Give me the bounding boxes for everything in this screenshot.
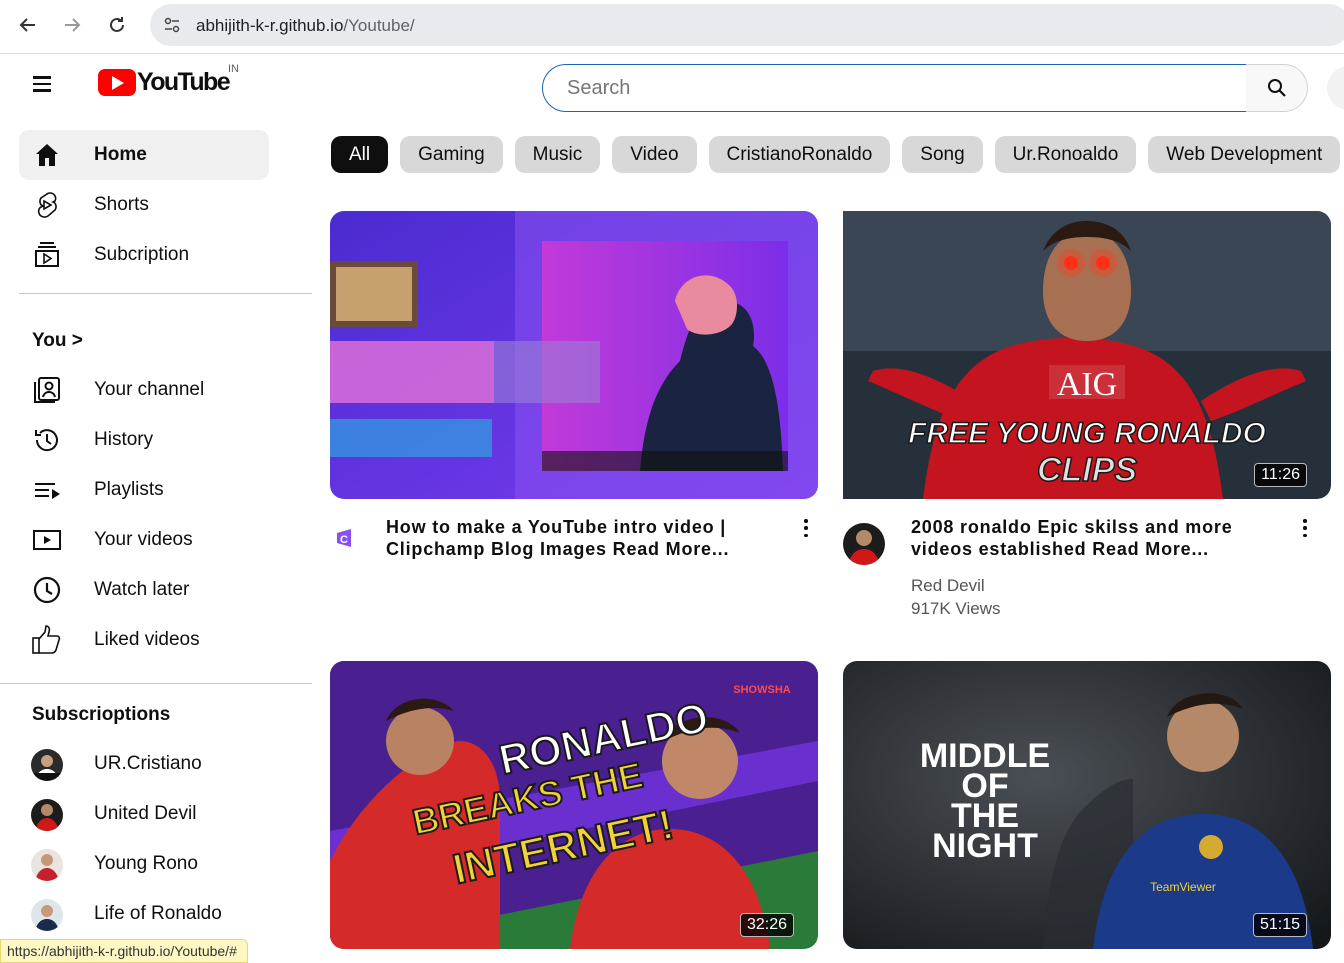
browser-toolbar: abhijith-k-r.github.io/Youtube/ xyxy=(0,0,1344,54)
history-icon xyxy=(31,424,63,456)
youtube-play-icon xyxy=(98,69,136,96)
logo-text: YouTube xyxy=(137,68,231,96)
avatar xyxy=(31,799,63,831)
sidebar-item-label: Shorts xyxy=(94,194,149,215)
site-settings-icon[interactable] xyxy=(162,15,182,35)
url-text: abhijith-k-r.github.io/Youtube/ xyxy=(196,16,415,36)
sidebar-sub-ur-cristiano[interactable]: UR.Cristiano xyxy=(19,739,269,789)
search-button[interactable] xyxy=(1246,64,1308,112)
video-duration: 51:15 xyxy=(1252,913,1307,937)
chip-gaming[interactable]: Gaming xyxy=(400,136,503,173)
chip-video[interactable]: Video xyxy=(612,136,697,173)
subscriptions-section-title: Subscrioptions xyxy=(32,704,171,725)
filter-chips: All Gaming Music Video CristianoRonaldo … xyxy=(331,136,1344,174)
menu-icon[interactable] xyxy=(33,76,51,92)
region-code: IN xyxy=(228,63,239,75)
sidebar-item-label: Your videos xyxy=(94,529,193,550)
svg-text:C: C xyxy=(340,534,348,546)
chip-cristianoronaldo[interactable]: CristianoRonaldo xyxy=(708,136,891,173)
link-status-bar: https://abhijith-k-r.github.io/Youtube/# xyxy=(0,939,248,963)
video-thumbnail-4[interactable]: MIDDLE OF THE NIGHT TeamViewer 51:15 xyxy=(843,661,1331,949)
home-icon xyxy=(31,139,63,171)
video-thumbnail-3[interactable]: RONALDO BREAKS THE INTERNET! SHOWSHA 32:… xyxy=(330,661,818,949)
thumbnail-overlay-text: NIGHT xyxy=(932,827,1038,865)
sidebar-sub-young-rono[interactable]: Young Rono xyxy=(19,839,269,889)
video-title[interactable]: 2008 ronaldo Epic skilss and more videos… xyxy=(911,516,1271,560)
sidebar-item-label: Liked videos xyxy=(94,629,200,650)
subscriptions-icon xyxy=(31,239,63,271)
sidebar-item-your-channel[interactable]: Your channel xyxy=(19,365,269,415)
sidebar-sub-united-devil[interactable]: United Devil xyxy=(19,789,269,839)
chip-all[interactable]: All xyxy=(331,136,389,173)
sidebar-item-shorts[interactable]: Shorts xyxy=(19,180,269,230)
chip-song[interactable]: Song xyxy=(902,136,983,173)
sidebar-item-label: History xyxy=(94,429,154,450)
chip-ur-ronoaldo[interactable]: Ur.Ronoaldo xyxy=(994,136,1137,173)
sidebar-item-history[interactable]: History xyxy=(19,415,269,465)
video-thumbnail-2[interactable]: AIG FREE YOUNG RONALDO CLIPS 11:26 xyxy=(843,211,1331,499)
search-input[interactable] xyxy=(542,64,1247,112)
shorts-icon xyxy=(31,189,63,221)
thumbnail-badge-text: SHOWSHA xyxy=(733,684,791,696)
thumbs-up-icon xyxy=(31,624,63,656)
jersey-sponsor-text: AIG xyxy=(1057,366,1117,403)
sidebar-item-label: Watch later xyxy=(94,579,190,600)
sidebar-item-playlists[interactable]: Playlists xyxy=(19,465,269,515)
your-videos-icon xyxy=(31,524,63,556)
avatar xyxy=(31,849,63,881)
video-duration: 32:26 xyxy=(739,913,794,937)
sidebar-item-label: UR.Cristiano xyxy=(94,753,202,774)
sidebar-sub-life-of-ronaldo[interactable]: Life of Ronaldo xyxy=(19,889,269,939)
forward-arrow-icon[interactable] xyxy=(57,10,87,40)
video-duration: 11:26 xyxy=(1254,463,1307,487)
thumbnail-overlay-text: CLIPS xyxy=(1037,451,1137,489)
sidebar-item-subscription[interactable]: Subcription xyxy=(19,230,269,280)
channel-name[interactable]: Red Devil xyxy=(911,576,985,596)
search-bar xyxy=(542,64,1308,112)
sidebar-divider xyxy=(19,293,312,294)
sidebar-item-your-videos[interactable]: Your videos xyxy=(19,515,269,565)
sidebar: Home Shorts Subcription You > Your chann… xyxy=(0,120,320,963)
search-icon xyxy=(1267,79,1286,97)
thumbnail-overlay-text: FREE YOUNG RONALDO xyxy=(908,417,1266,450)
url-host: abhijith-k-r.github.io xyxy=(196,16,344,35)
video-thumbnail-1[interactable] xyxy=(330,211,818,499)
more-options-icon[interactable] xyxy=(1302,519,1308,537)
video-title[interactable]: How to make a YouTube intro video | Clip… xyxy=(386,516,746,560)
chip-music[interactable]: Music xyxy=(514,136,601,173)
reload-icon[interactable] xyxy=(102,10,132,40)
youtube-logo[interactable]: YouTube IN xyxy=(98,63,239,97)
sidebar-item-label: Home xyxy=(94,144,147,165)
back-arrow-icon[interactable] xyxy=(13,10,43,40)
sidebar-item-label: Life of Ronaldo xyxy=(94,903,222,924)
sidebar-divider xyxy=(0,683,312,684)
clock-icon xyxy=(31,574,63,606)
playlists-icon xyxy=(31,474,63,506)
sidebar-item-liked-videos[interactable]: Liked videos xyxy=(19,615,269,665)
jersey-sponsor-text: TeamViewer xyxy=(1150,880,1216,894)
sidebar-item-home[interactable]: Home xyxy=(19,130,269,180)
voice-search-button[interactable] xyxy=(1327,66,1344,110)
you-section-title[interactable]: You > xyxy=(32,330,83,352)
sidebar-item-label: United Devil xyxy=(94,803,197,824)
sidebar-item-watch-later[interactable]: Watch later xyxy=(19,565,269,615)
channel-icon xyxy=(31,374,63,406)
address-bar[interactable]: abhijith-k-r.github.io/Youtube/ xyxy=(150,4,1344,46)
chip-web-development[interactable]: Web Development xyxy=(1148,136,1341,173)
sidebar-item-label: Playlists xyxy=(94,479,164,500)
clipchamp-logo-icon[interactable]: C xyxy=(333,525,359,551)
view-count: 917K Views xyxy=(911,599,1001,618)
sidebar-item-label: Young Rono xyxy=(94,853,198,874)
channel-avatar[interactable] xyxy=(843,523,885,565)
avatar xyxy=(31,749,63,781)
sidebar-item-label: Your channel xyxy=(94,379,205,400)
sidebar-item-label: Subcription xyxy=(94,244,190,265)
url-path: /Youtube/ xyxy=(343,16,415,35)
avatar xyxy=(31,899,63,931)
more-options-icon[interactable] xyxy=(803,519,809,537)
